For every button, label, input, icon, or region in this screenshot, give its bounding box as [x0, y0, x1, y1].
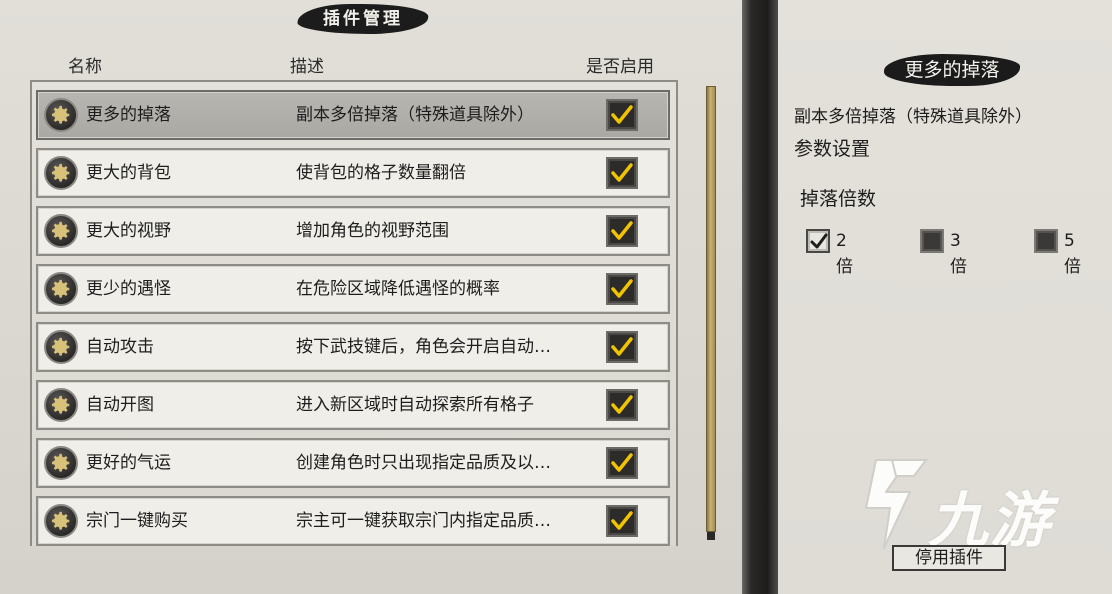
drop-multiplier-heading: 掉落倍数	[800, 188, 877, 210]
plugin-description: 宗主可一键获取宗门内指定品质…	[296, 511, 551, 531]
scrollbar-end-cap	[707, 532, 715, 540]
plugin-name: 更大的背包	[86, 163, 171, 183]
plugin-row[interactable]: 更大的视野 增加角色的视野范围	[36, 206, 670, 256]
gear-icon	[44, 98, 78, 132]
params-heading: 参数设置	[794, 138, 871, 160]
enable-checkbox[interactable]	[606, 389, 638, 421]
enable-checkbox[interactable]	[606, 447, 638, 479]
plugin-description: 增加角色的视野范围	[296, 221, 449, 241]
disable-plugin-button[interactable]: 停用插件	[892, 545, 1006, 571]
plugin-description: 在危险区域降低遇怪的概率	[296, 279, 500, 299]
plugin-name: 自动攻击	[86, 337, 154, 357]
detail-title: 更多的掉落	[904, 59, 1000, 81]
checkbox-2x[interactable]	[806, 229, 830, 253]
panel-divider	[742, 0, 778, 594]
plugin-description: 进入新区域时自动探索所有格子	[296, 395, 534, 415]
detail-description: 副本多倍掉落（特殊道具除外）	[794, 107, 1032, 127]
plugin-name: 更多的掉落	[86, 105, 171, 125]
plugin-row[interactable]: 自动开图 进入新区域时自动探索所有格子	[36, 380, 670, 430]
gear-icon	[44, 504, 78, 538]
checkmark-icon	[611, 337, 633, 356]
plugin-row[interactable]: 宗门一键购买 宗主可一键获取宗门内指定品质…	[36, 496, 670, 546]
scrollbar[interactable]	[706, 86, 716, 532]
gear-icon	[44, 330, 78, 364]
plugin-description: 创建角色时只出现指定品质及以…	[296, 453, 551, 473]
checkmark-icon	[611, 453, 633, 472]
checkmark-icon	[611, 163, 633, 182]
checkbox-3x[interactable]	[920, 229, 944, 253]
checkmark-icon	[611, 511, 633, 530]
plugin-description: 副本多倍掉落（特殊道具除外）	[296, 105, 534, 125]
plugin-name: 更好的气运	[86, 453, 171, 473]
gear-icon	[44, 446, 78, 480]
plugin-name: 更大的视野	[86, 221, 171, 241]
checkmark-icon	[611, 279, 633, 298]
checkbox-5x[interactable]	[1034, 229, 1058, 253]
option-3x-label: 3倍	[950, 231, 967, 277]
enable-checkbox[interactable]	[606, 505, 638, 537]
plugin-row[interactable]: 更多的掉落 副本多倍掉落（特殊道具除外）	[36, 90, 670, 140]
column-header-name: 名称	[68, 57, 102, 77]
checkmark-icon	[611, 105, 633, 124]
plugin-row[interactable]: 更少的遇怪 在危险区域降低遇怪的概率	[36, 264, 670, 314]
option-5x-label: 5倍	[1064, 231, 1081, 277]
column-header-description: 描述	[290, 57, 324, 77]
option-2x-label: 2倍	[836, 231, 853, 277]
plugin-name: 自动开图	[86, 395, 154, 415]
gear-icon	[44, 156, 78, 190]
plugin-description: 按下武技键后，角色会开启自动…	[296, 337, 551, 357]
plugin-row[interactable]: 更大的背包 使背包的格子数量翻倍	[36, 148, 670, 198]
plugin-row[interactable]: 自动攻击 按下武技键后，角色会开启自动…	[36, 322, 670, 372]
checkmark-icon	[810, 233, 828, 249]
checkmark-icon	[611, 221, 633, 240]
enable-checkbox[interactable]	[606, 273, 638, 305]
plugin-name: 宗门一键购买	[86, 511, 188, 531]
gear-icon	[44, 214, 78, 248]
enable-checkbox[interactable]	[606, 99, 638, 131]
plugin-name: 更少的遇怪	[86, 279, 171, 299]
enable-checkbox[interactable]	[606, 157, 638, 189]
plugin-description: 使背包的格子数量翻倍	[296, 163, 466, 183]
gear-icon	[44, 388, 78, 422]
enable-checkbox[interactable]	[606, 331, 638, 363]
checkmark-icon	[611, 395, 633, 414]
plugin-row[interactable]: 更好的气运 创建角色时只出现指定品质及以…	[36, 438, 670, 488]
enable-checkbox[interactable]	[606, 215, 638, 247]
column-header-enabled: 是否启用	[586, 57, 654, 77]
page-title: 插件管理	[323, 9, 403, 29]
gear-icon	[44, 272, 78, 306]
